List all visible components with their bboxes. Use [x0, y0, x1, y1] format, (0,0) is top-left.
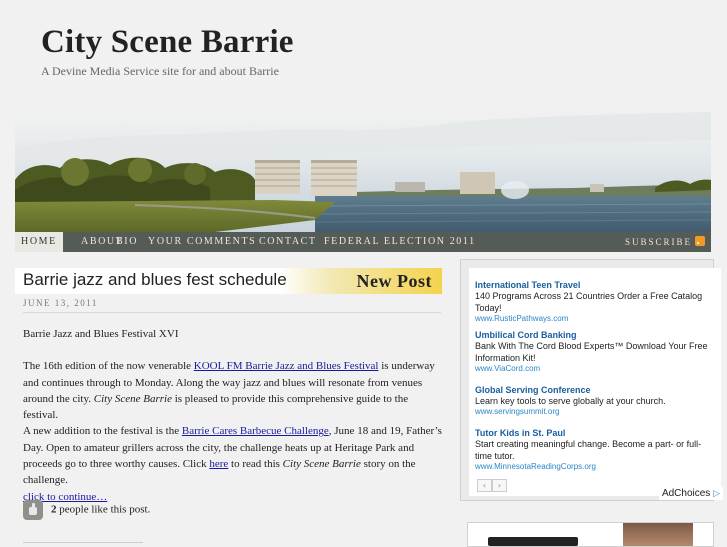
main-navigation: Home About Bio Your Comments Contact Fed… — [15, 232, 711, 252]
nav-item-home[interactable]: Home — [15, 232, 63, 252]
post-paragraph-1: The 16th edition of the now venerable KO… — [23, 360, 435, 422]
barbecue-challenge-link[interactable]: Barrie Cares Barbecue Challenge — [182, 425, 329, 437]
post-date: JUNE 13, 2011 — [23, 298, 98, 308]
ad-item[interactable]: Umbilical Cord Banking Bank With The Cor… — [475, 330, 715, 373]
thumbs-up-icon[interactable] — [23, 500, 43, 520]
here-link[interactable]: here — [209, 458, 228, 470]
post-title-bar: Barrie jazz and blues fest schedule New … — [15, 268, 442, 294]
post-paragraph-2: A new addition to the festival is the Ba… — [23, 425, 442, 487]
sidebar-ad-box: International Teen Travel 140 Programs A… — [460, 259, 723, 501]
subscribe-link[interactable]: SUBSCRIBE — [625, 232, 705, 252]
kool-fm-festival-link[interactable]: KOOL FM Barrie Jazz and Blues Festival — [194, 360, 379, 372]
ad-text: Bank With The Cord Blood Experts™ Downlo… — [475, 341, 708, 363]
ad-text: Start creating meaningful change. Become… — [475, 439, 702, 461]
divider — [23, 312, 441, 313]
ad-url[interactable]: www.ViaCord.com — [475, 364, 715, 373]
adchoices-label: AdChoices — [661, 488, 711, 499]
adchoices-icon: ▷ — [713, 488, 720, 498]
ad-text: Learn key tools to serve globally at you… — [475, 396, 666, 406]
nav-item-your-comments[interactable]: Your Comments — [142, 232, 262, 252]
header-image — [15, 110, 711, 232]
adchoices-link[interactable]: AdChoices ▷ — [658, 487, 723, 500]
author-photo — [623, 523, 693, 546]
ad-url[interactable]: www.RusticPathways.com — [475, 314, 715, 323]
ad-text: 140 Programs Across 21 Countries Order a… — [475, 291, 703, 313]
post-title[interactable]: Barrie jazz and blues fest schedule — [23, 270, 287, 290]
likes-text: people like this post. — [56, 503, 151, 516]
site-title[interactable]: City Scene Barrie — [41, 24, 294, 61]
ad-title[interactable]: Umbilical Cord Banking — [475, 330, 715, 340]
ad-url[interactable]: www.MinnesotaReadingCorps.org — [475, 462, 715, 471]
ad-item[interactable]: International Teen Travel 140 Programs A… — [475, 280, 715, 323]
nav-item-contact[interactable]: Contact — [253, 232, 323, 252]
ad-item[interactable]: Tutor Kids in St. Paul Start creating me… — [475, 428, 715, 471]
post-body: Barrie Jazz and Blues Festival XVI The 1… — [23, 326, 443, 505]
ad-url[interactable]: www.servingsummit.org — [475, 407, 715, 416]
nav-item-federal-election-2011[interactable]: Federal Election 2011 — [318, 232, 482, 252]
nav-item-bio[interactable]: Bio — [110, 232, 144, 252]
ad-title[interactable]: Tutor Kids in St. Paul — [475, 428, 715, 438]
divider — [23, 542, 143, 543]
sidebar-widget — [467, 522, 714, 547]
post-intro: Barrie Jazz and Blues Festival XVI — [23, 328, 179, 340]
ad-item[interactable]: Global Serving Conference Learn key tool… — [475, 385, 715, 416]
subscribe-label: SUBSCRIBE — [624, 237, 692, 247]
site-tagline: A Devine Media Service site for and abou… — [41, 64, 279, 78]
ad-prev-button[interactable]: ‹ — [477, 479, 492, 492]
ad-content: International Teen Travel 140 Programs A… — [469, 268, 723, 500]
ad-next-button[interactable]: › — [492, 479, 507, 492]
ad-title[interactable]: International Teen Travel — [475, 280, 715, 290]
new-post-badge: New Post — [356, 271, 432, 291]
ad-pager: ‹ › — [477, 475, 507, 493]
like-box: 2 people like this post. — [23, 500, 150, 520]
ad-title[interactable]: Global Serving Conference — [475, 385, 715, 395]
rss-icon — [695, 236, 705, 246]
